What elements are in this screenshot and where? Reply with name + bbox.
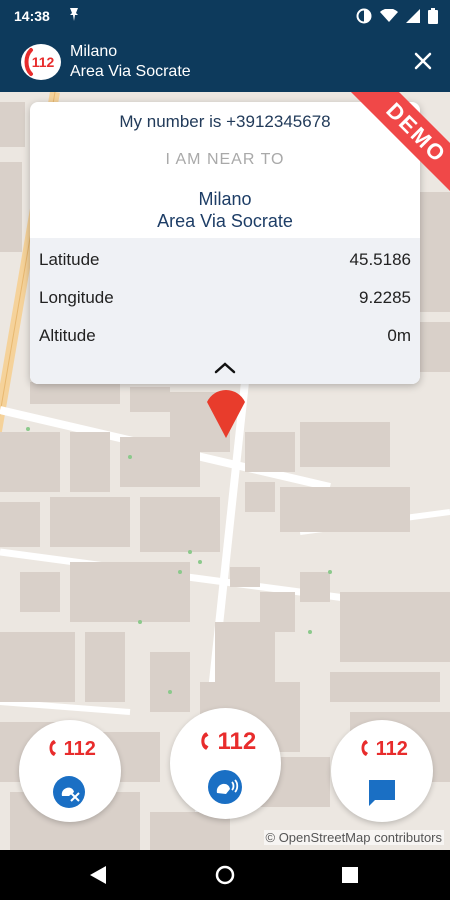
- 112-logo: 112: [21, 44, 61, 80]
- speaking-head-icon: [208, 770, 242, 809]
- altitude-value: 0m: [387, 326, 411, 345]
- call-112-voice-label: 112: [217, 728, 257, 755]
- status-time: 14:38: [14, 8, 50, 24]
- logo-text: 112: [32, 54, 55, 70]
- longitude-label: Longitude: [39, 288, 114, 307]
- latitude-row: Latitude 45.5186: [39, 246, 411, 274]
- data-saver-icon: [356, 8, 372, 27]
- phone-icon: [361, 740, 369, 756]
- altitude-label: Altitude: [39, 326, 96, 345]
- signal-icon: [406, 9, 420, 26]
- navigation-bar: [0, 850, 450, 900]
- notification-icon: [68, 6, 80, 25]
- deaf-icon: [53, 776, 85, 813]
- demo-ribbon: DEMO: [330, 92, 450, 212]
- longitude-row: Longitude 9.2285: [39, 284, 411, 312]
- back-icon[interactable]: [90, 866, 106, 889]
- chat-112-label: 112: [375, 738, 408, 760]
- call-112-voice-button[interactable]: 112: [170, 708, 281, 819]
- altitude-row: Altitude 0m: [39, 322, 411, 350]
- location-pin-icon: [205, 382, 247, 443]
- close-button[interactable]: [410, 48, 436, 74]
- latitude-label: Latitude: [39, 250, 100, 269]
- wifi-icon: [380, 8, 398, 26]
- demo-label: DEMO: [347, 92, 450, 202]
- status-bar: 14:38: [0, 0, 450, 32]
- call-112-deaf-label: 112: [63, 738, 96, 760]
- home-icon[interactable]: [215, 865, 235, 890]
- map-attribution[interactable]: © OpenStreetMap contributors: [263, 830, 444, 845]
- header-area: Area Via Socrate: [70, 63, 191, 80]
- battery-icon: [428, 8, 438, 27]
- close-icon: [414, 52, 432, 70]
- chat-112-button[interactable]: 112: [331, 720, 433, 822]
- header-city: Milano: [70, 43, 118, 60]
- longitude-value: 9.2285: [359, 288, 411, 307]
- phone-icon: [49, 740, 57, 756]
- phone-icon: [201, 732, 209, 750]
- call-112-deaf-button[interactable]: 112: [19, 720, 121, 822]
- coordinates-panel: Latitude 45.5186 Longitude 9.2285 Altitu…: [30, 238, 420, 384]
- chat-icon: [367, 778, 397, 813]
- app-bar: 112 Milano Area Via Socrate: [0, 32, 450, 92]
- collapse-chevron-icon[interactable]: [212, 360, 238, 381]
- card-area: Area Via Socrate: [157, 211, 293, 231]
- recents-icon[interactable]: [342, 867, 358, 888]
- latitude-value: 45.5186: [349, 250, 411, 269]
